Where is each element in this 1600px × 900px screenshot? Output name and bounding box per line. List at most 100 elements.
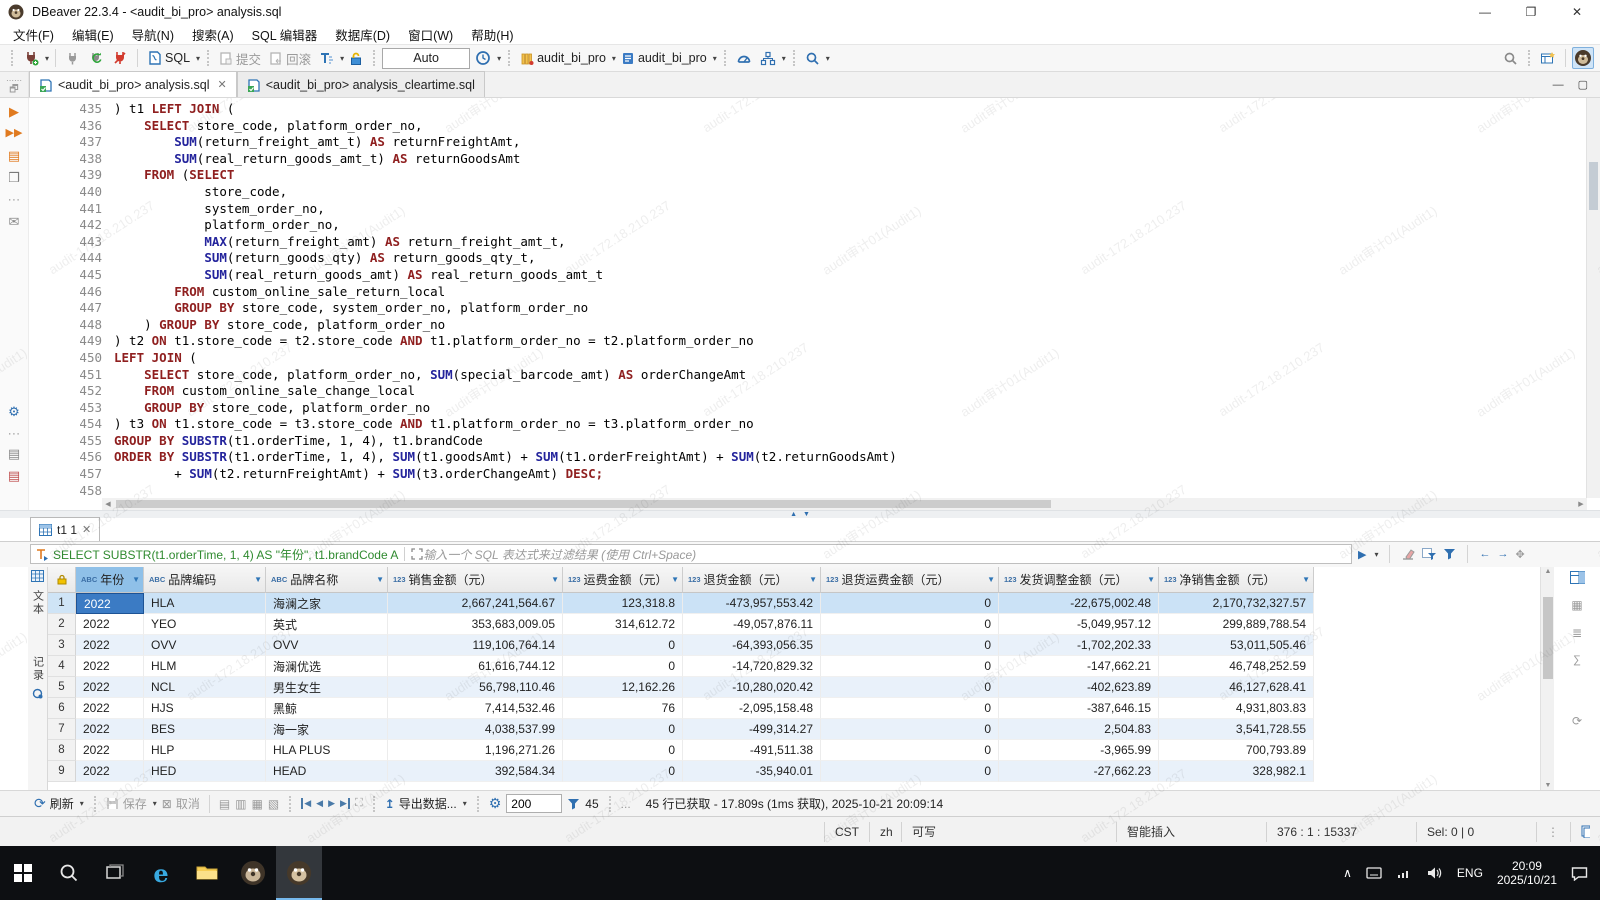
grid-scroll-up-icon[interactable]: ▲	[1541, 568, 1555, 575]
table-cell[interactable]: 2022	[76, 719, 144, 740]
column-dropdown-icon[interactable]: ▼	[1147, 575, 1155, 584]
tray-chevron-icon[interactable]: ∧	[1336, 846, 1359, 900]
table-cell[interactable]: NCL	[144, 677, 266, 698]
export-button[interactable]: ↥ 导出数据...	[385, 795, 457, 812]
table-cell[interactable]: 76	[563, 698, 683, 719]
table-cell[interactable]: 0	[821, 614, 999, 635]
table-cell[interactable]: 0	[821, 761, 999, 782]
sash-up-icon[interactable]: ▲	[790, 511, 797, 518]
editor-horizontal-scrollbar[interactable]: ◀ ▶	[102, 498, 1587, 510]
table-cell[interactable]: 0	[821, 593, 999, 614]
tray-language[interactable]: ENG	[1450, 846, 1490, 900]
row-number-cell[interactable]: 5	[48, 677, 76, 698]
menu-item[interactable]: 导航(N)	[123, 23, 183, 46]
row-number-cell[interactable]: 6	[48, 698, 76, 719]
calc-panel-icon[interactable]: ▦	[1571, 598, 1582, 612]
table-cell[interactable]: -27,662.23	[999, 761, 1159, 782]
editor-vertical-scrollbar[interactable]	[1586, 98, 1600, 498]
column-dropdown-icon[interactable]: ▼	[1302, 575, 1310, 584]
log-file-icon[interactable]: ▤	[0, 468, 28, 484]
expand-filter-icon[interactable]	[411, 548, 423, 560]
row-number-cell[interactable]: 7	[48, 719, 76, 740]
column-header[interactable]: ABC品牌编码▼	[144, 567, 266, 593]
app-beaver-icon[interactable]	[230, 846, 276, 900]
table-cell[interactable]: -147,662.21	[999, 656, 1159, 677]
table-cell[interactable]: 2022	[76, 593, 144, 614]
settings-gear-icon[interactable]: ⚙	[0, 404, 28, 420]
table-cell[interactable]: BES	[144, 719, 266, 740]
sql-code-area[interactable]: ) t1 LEFT JOIN ( SELECT store_code, plat…	[114, 101, 897, 499]
refresh-dropdown[interactable]: ▾	[80, 799, 84, 808]
table-cell[interactable]: 299,889,788.54	[1159, 614, 1314, 635]
menu-item[interactable]: 窗口(W)	[399, 23, 462, 46]
refresh-button[interactable]: ⟳ 刷新	[34, 795, 74, 812]
fetch-size-input[interactable]	[506, 794, 562, 813]
table-cell[interactable]: -3,965.99	[999, 740, 1159, 761]
table-cell[interactable]: OVV	[266, 635, 388, 656]
table-cell[interactable]: YEO	[144, 614, 266, 635]
editor-tab-close-icon[interactable]: ✕	[218, 78, 227, 91]
sql-editor-button[interactable]: SQL	[144, 48, 193, 68]
table-cell[interactable]: 46,748,252.59	[1159, 656, 1314, 677]
column-dropdown-icon[interactable]: ▼	[254, 575, 262, 584]
action-center-icon[interactable]	[1564, 846, 1600, 900]
table-cell[interactable]: -402,623.89	[999, 677, 1159, 698]
table-cell[interactable]: -64,393,056.35	[683, 635, 821, 656]
table-cell[interactable]: 2022	[76, 656, 144, 677]
table-cell[interactable]: 12,162.26	[563, 677, 683, 698]
edge-icon[interactable]: e	[138, 846, 184, 900]
execute-script-icon[interactable]: ▶▶	[0, 126, 28, 139]
table-cell[interactable]: -49,057,876.11	[683, 614, 821, 635]
results-tab-close-icon[interactable]: ✕	[82, 523, 91, 536]
menu-item[interactable]: 文件(F)	[4, 23, 63, 46]
record-toggle-icon[interactable]	[32, 688, 43, 699]
grid-corner-cell[interactable]	[48, 567, 76, 593]
table-cell[interactable]: 56,798,110.46	[388, 677, 563, 698]
output-file-icon[interactable]: ▤	[0, 446, 28, 462]
lock-button[interactable]	[346, 49, 366, 68]
filter-pan-icon[interactable]: ✥	[1515, 548, 1524, 561]
table-cell[interactable]: 2022	[76, 677, 144, 698]
connection-dropdown[interactable]: ▾	[612, 54, 616, 63]
apply-filter-icon[interactable]: ▶	[1358, 548, 1366, 561]
row-number-cell[interactable]: 1	[48, 593, 76, 614]
table-cell[interactable]: 392,584.34	[388, 761, 563, 782]
last-page-icon[interactable]: ▶	[340, 798, 350, 809]
table-cell[interactable]: 0	[563, 656, 683, 677]
refs-panel-icon[interactable]: ⟳	[1572, 714, 1582, 728]
column-header[interactable]: 123销售金额（元）▼	[388, 567, 563, 593]
table-cell[interactable]: HLM	[144, 656, 266, 677]
metadata-panel-icon[interactable]: ≣	[1572, 626, 1582, 640]
status-notifications-icon[interactable]	[1570, 822, 1600, 842]
menu-item[interactable]: SQL 编辑器	[243, 23, 327, 46]
table-cell[interactable]: 7,414,532.46	[388, 698, 563, 719]
table-cell[interactable]: -35,940.01	[683, 761, 821, 782]
table-cell[interactable]: -499,314.27	[683, 719, 821, 740]
table-cell[interactable]: 0	[563, 740, 683, 761]
table-cell[interactable]: OVV	[144, 635, 266, 656]
table-cell[interactable]: 0	[821, 719, 999, 740]
editor-minimize-icon[interactable]: —	[1553, 79, 1564, 91]
row-number-cell[interactable]: 3	[48, 635, 76, 656]
table-cell[interactable]: 2,667,241,564.67	[388, 593, 563, 614]
table-cell[interactable]: HLP	[144, 740, 266, 761]
tray-touch-icon[interactable]	[1359, 846, 1389, 900]
commit-mode-button[interactable]	[757, 49, 779, 68]
table-cell[interactable]: 0	[563, 635, 683, 656]
table-cell[interactable]: -5,049,957.12	[999, 614, 1159, 635]
scroll-left-arrow-icon[interactable]: ◀	[102, 500, 114, 508]
table-cell[interactable]: 黑鲸	[266, 698, 388, 719]
clear-filter-icon[interactable]	[1401, 548, 1415, 560]
connection-selector[interactable]: audit_bi_pro	[517, 49, 609, 68]
history-dropdown[interactable]: ▾	[497, 54, 501, 63]
column-dropdown-icon[interactable]: ▼	[376, 575, 384, 584]
delete-row-icon[interactable]: ▧	[268, 797, 279, 811]
grid-vertical-scrollbar[interactable]: ▲ ▼	[1540, 567, 1555, 790]
scroll-right-arrow-icon[interactable]: ▶	[1575, 500, 1587, 508]
column-header[interactable]: 123退货金额（元）▼	[683, 567, 821, 593]
record-mode-tab[interactable]: 记录	[30, 656, 46, 682]
commit-button[interactable]: 提交	[216, 47, 264, 70]
more-icon[interactable]: ...	[621, 797, 631, 811]
grid-view-icon[interactable]	[31, 570, 44, 582]
table-cell[interactable]: 海澜之家	[266, 593, 388, 614]
